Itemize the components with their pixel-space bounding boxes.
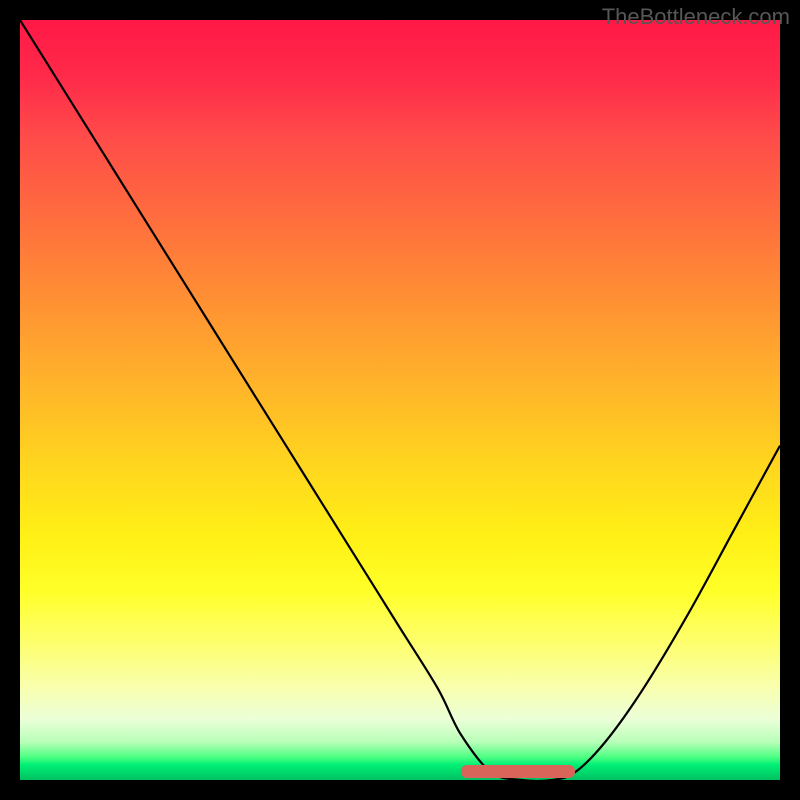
- watermark-text: TheBottleneck.com: [602, 4, 790, 30]
- chart-container: TheBottleneck.com: [0, 0, 800, 800]
- optimal-range-marker: [461, 765, 575, 778]
- plot-area: [20, 20, 780, 780]
- bottleneck-curve: [20, 20, 780, 780]
- curve-svg: [20, 20, 780, 780]
